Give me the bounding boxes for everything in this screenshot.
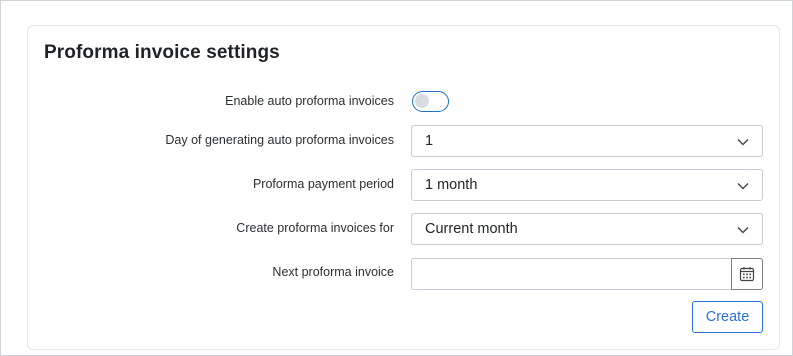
chevron-down-icon <box>737 139 749 146</box>
day-generating-select[interactable]: 1 <box>411 125 763 157</box>
calendar-icon <box>739 267 755 282</box>
create-for-label: Create proforma invoices for <box>236 221 394 235</box>
chevron-down-icon <box>737 183 749 190</box>
next-invoice-label: Next proforma invoice <box>272 265 394 279</box>
auto-proforma-label: Enable auto proforma invoices <box>225 94 394 108</box>
create-for-select[interactable]: Current month <box>411 213 763 245</box>
payment-period-label: Proforma payment period <box>252 177 394 191</box>
next-invoice-date-input[interactable] <box>411 258 732 290</box>
chevron-down-icon <box>737 227 749 234</box>
payment-period-value: 1 month <box>425 177 478 193</box>
day-generating-label: Day of generating auto proforma invoices <box>165 133 394 147</box>
card-title: Proforma invoice settings <box>44 42 280 63</box>
day-generating-value: 1 <box>425 133 434 149</box>
create-button[interactable]: Create <box>692 301 763 333</box>
auto-proforma-toggle[interactable] <box>412 91 449 112</box>
toggle-knob <box>415 94 429 108</box>
payment-period-select[interactable]: 1 month <box>411 169 763 201</box>
settings-card: Proforma invoice settings Enable auto pr… <box>27 25 780 350</box>
create-for-value: Current month <box>425 221 518 237</box>
calendar-button[interactable] <box>731 258 763 290</box>
